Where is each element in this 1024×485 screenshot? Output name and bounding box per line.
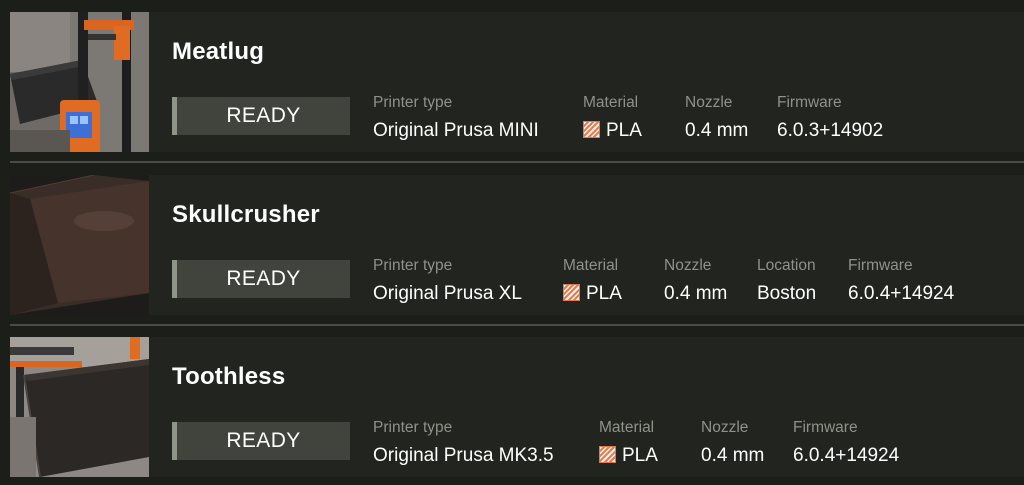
printer-name: Toothless	[172, 363, 286, 390]
printer-thumbnail	[10, 337, 149, 477]
material-swatch-icon	[563, 284, 580, 301]
nozzle-label: Nozzle	[664, 257, 712, 274]
nozzle-label: Nozzle	[701, 419, 749, 436]
card-divider	[10, 161, 1024, 163]
printer-card-meatlug[interactable]: Meatlug READY Printer type Original Prus…	[10, 12, 1024, 152]
location-label: Location	[757, 257, 816, 274]
printer-type-field: Printer type Original Prusa MK3.5	[373, 419, 554, 467]
status-badge: READY	[172, 97, 350, 135]
material-label: Material	[599, 419, 655, 436]
printer-thumbnail	[10, 175, 149, 315]
nozzle-field: Nozzle 0.4 mm	[701, 419, 764, 467]
printer-thumbnail	[10, 12, 149, 152]
material-field: Material PLA	[599, 419, 658, 467]
printer-type-label: Printer type	[373, 419, 453, 436]
printer-type-value: Original Prusa MINI	[373, 120, 539, 141]
firmware-field: Firmware 6.0.3+14902	[777, 94, 883, 142]
printer-type-field: Printer type Original Prusa XL	[373, 257, 522, 305]
firmware-field: Firmware 6.0.4+14924	[793, 419, 899, 467]
location-value: Boston	[757, 283, 817, 304]
printer-name: Skullcrusher	[172, 201, 320, 228]
printer-list: Meatlug READY Printer type Original Prus…	[0, 0, 1024, 485]
nozzle-value: 0.4 mm	[664, 283, 728, 304]
printer-name: Meatlug	[172, 38, 265, 65]
material-value: PLA	[622, 445, 658, 466]
status-badge: READY	[172, 422, 350, 460]
firmware-field: Firmware 6.0.4+14924	[848, 257, 954, 305]
firmware-value: 6.0.3+14902	[777, 120, 884, 141]
material-value: PLA	[606, 120, 642, 141]
firmware-value: 6.0.4+14924	[848, 283, 955, 304]
material-value-row: PLA	[599, 445, 658, 467]
nozzle-value: 0.4 mm	[701, 445, 765, 466]
printer-type-field: Printer type Original Prusa MINI	[373, 94, 539, 142]
firmware-label: Firmware	[777, 94, 842, 111]
nozzle-value: 0.4 mm	[685, 120, 749, 141]
printer-type-label: Printer type	[373, 94, 453, 111]
printer-type-value: Original Prusa MK3.5	[373, 445, 554, 466]
printer-card-skullcrusher[interactable]: Skullcrusher READY Printer type Original…	[10, 175, 1024, 315]
firmware-label: Firmware	[848, 257, 913, 274]
material-label: Material	[583, 94, 639, 111]
status-badge: READY	[172, 260, 350, 298]
card-divider	[10, 324, 1024, 326]
nozzle-field: Nozzle 0.4 mm	[664, 257, 727, 305]
material-field: Material PLA	[583, 94, 642, 142]
material-value-row: PLA	[583, 120, 642, 142]
location-field: Location Boston	[757, 257, 816, 305]
material-swatch-icon	[583, 121, 600, 138]
printer-type-label: Printer type	[373, 257, 453, 274]
nozzle-label: Nozzle	[685, 94, 733, 111]
material-swatch-icon	[599, 446, 616, 463]
firmware-label: Firmware	[793, 419, 858, 436]
firmware-value: 6.0.4+14924	[793, 445, 900, 466]
printer-card-toothless[interactable]: Toothless READY Printer type Original Pr…	[10, 337, 1024, 477]
material-field: Material PLA	[563, 257, 622, 305]
material-label: Material	[563, 257, 619, 274]
nozzle-field: Nozzle 0.4 mm	[685, 94, 748, 142]
material-value: PLA	[586, 283, 622, 304]
material-value-row: PLA	[563, 283, 622, 305]
printer-type-value: Original Prusa XL	[373, 283, 522, 304]
